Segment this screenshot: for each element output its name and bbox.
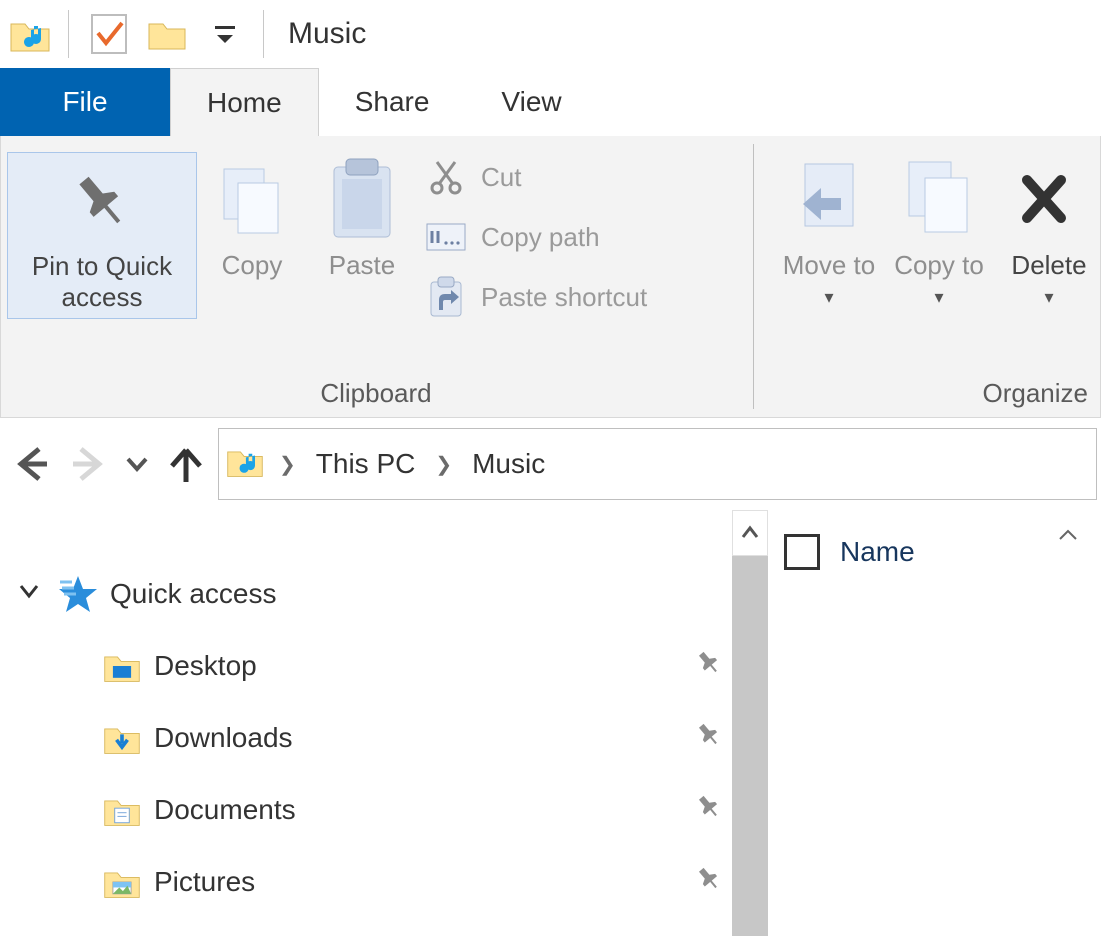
chevron-right-icon[interactable]: ❯ [269, 452, 306, 477]
copy-path-button[interactable]: Copy path [425, 216, 647, 258]
move-to-button[interactable]: Move to ▾ [774, 152, 884, 317]
paste-icon [319, 158, 405, 244]
tree-item-label: Downloads [154, 722, 293, 754]
recent-locations-button[interactable] [116, 436, 158, 492]
pin-icon [694, 648, 724, 685]
nav-scrollbar[interactable] [732, 510, 768, 936]
desktop-folder-icon [102, 646, 142, 686]
tree-item-label: Documents [154, 794, 296, 826]
sort-indicator-icon[interactable] [1057, 526, 1079, 547]
body: Quick access Desktop Downloads [0, 510, 1101, 936]
paste-shortcut-label: Paste shortcut [481, 282, 647, 313]
copy-icon [209, 158, 295, 244]
group-organize-label: Organize [756, 374, 1100, 411]
tree-item-pictures[interactable]: Pictures [10, 846, 732, 918]
delete-label: Delete▾ [1011, 250, 1086, 311]
breadcrumb-music[interactable]: Music [466, 448, 551, 480]
group-separator [753, 144, 754, 409]
scroll-thumb[interactable] [732, 556, 768, 936]
tree-item-label: Pictures [154, 866, 255, 898]
copy-button[interactable]: Copy [197, 152, 307, 287]
chevron-right-icon[interactable]: ❯ [425, 452, 462, 477]
cut-button[interactable]: Cut [425, 156, 647, 198]
column-header[interactable]: Name [784, 534, 1085, 570]
pin-label: Pin to Quick access [14, 251, 190, 312]
music-folder-icon [225, 441, 265, 488]
breadcrumb-this-pc[interactable]: This PC [310, 448, 422, 480]
copy-path-label: Copy path [481, 222, 600, 253]
ribbon-tabs: File Home Share View [0, 68, 1101, 136]
clipboard-small-buttons: Cut Copy path [417, 152, 655, 318]
new-folder-icon[interactable] [143, 10, 191, 58]
titlebar: Music [0, 0, 1101, 68]
quick-access-toolbar [4, 10, 253, 58]
downloads-folder-icon [102, 718, 142, 758]
content-pane[interactable]: Name [768, 510, 1101, 936]
tree-item-label: Desktop [154, 650, 257, 682]
qat-customize-icon[interactable] [201, 10, 249, 58]
documents-folder-icon [102, 790, 142, 830]
copy-label: Copy [222, 250, 283, 281]
separator [263, 10, 264, 58]
nav-row: ❯ This PC ❯ Music [0, 418, 1101, 510]
move-to-icon [786, 158, 872, 244]
copy-path-icon [425, 216, 467, 258]
column-name-label[interactable]: Name [840, 536, 915, 568]
window-title: Music [288, 17, 366, 51]
tree-item-documents[interactable]: Documents [10, 774, 732, 846]
copy-to-button[interactable]: Copy to ▾ [884, 152, 994, 317]
pin-icon [694, 720, 724, 757]
scroll-up-button[interactable] [732, 510, 768, 556]
cut-icon [425, 156, 467, 198]
group-clipboard-label: Clipboard [1, 374, 751, 411]
pictures-folder-icon [102, 862, 142, 902]
tab-share[interactable]: Share [319, 68, 466, 136]
select-all-checkbox[interactable] [784, 534, 820, 570]
paste-shortcut-icon [425, 276, 467, 318]
pin-to-quick-access-button[interactable]: Pin to Quick access [7, 152, 197, 319]
tree-quick-access[interactable]: Quick access [10, 558, 732, 630]
cut-label: Cut [481, 162, 521, 193]
navigation-pane[interactable]: Quick access Desktop Downloads [0, 510, 732, 936]
chevron-down-icon: ▾ [824, 287, 833, 307]
move-to-label: Move to ▾ [780, 250, 878, 311]
tab-home[interactable]: Home [170, 68, 319, 136]
quick-access-icon [58, 574, 98, 614]
chevron-down-icon[interactable] [18, 580, 46, 608]
back-button[interactable] [4, 436, 60, 492]
up-button[interactable] [158, 436, 214, 492]
pin-icon [694, 864, 724, 901]
ribbon: Pin to Quick access Copy [0, 136, 1101, 418]
delete-icon [1006, 158, 1092, 244]
chevron-down-icon: ▾ [934, 287, 943, 307]
pin-icon [59, 159, 145, 245]
tree: Quick access Desktop Downloads [0, 558, 732, 918]
paste-shortcut-button[interactable]: Paste shortcut [425, 276, 647, 318]
address-bar[interactable]: ❯ This PC ❯ Music [218, 428, 1097, 500]
copy-to-icon [896, 158, 982, 244]
paste-label: Paste [329, 250, 396, 281]
tab-view[interactable]: View [465, 68, 597, 136]
copy-to-label: Copy to ▾ [890, 250, 988, 311]
paste-button[interactable]: Paste [307, 152, 417, 287]
delete-button[interactable]: Delete▾ [994, 152, 1101, 317]
group-organize: Move to ▾ Copy to ▾ Delete▾ [756, 136, 1100, 417]
group-clipboard: Pin to Quick access Copy [1, 136, 751, 417]
properties-icon[interactable] [85, 10, 133, 58]
chevron-down-icon: ▾ [1044, 287, 1053, 307]
tree-item-desktop[interactable]: Desktop [10, 630, 732, 702]
tree-quick-access-label: Quick access [110, 578, 277, 610]
tab-file[interactable]: File [0, 68, 170, 136]
tree-item-downloads[interactable]: Downloads [10, 702, 732, 774]
separator [68, 10, 69, 58]
music-folder-icon [8, 12, 52, 56]
forward-button[interactable] [60, 436, 116, 492]
pin-icon [694, 792, 724, 829]
